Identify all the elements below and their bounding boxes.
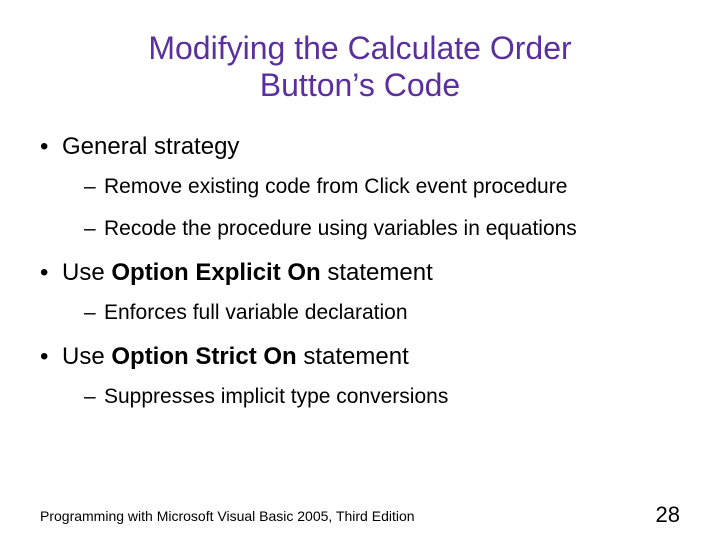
footer-text: Programming with Microsoft Visual Basic … (40, 508, 415, 524)
dash-icon: – (84, 384, 104, 410)
sub-row: – Recode the procedure using variables i… (84, 216, 680, 242)
bullet-2-bold: Option Explicit On (111, 259, 320, 286)
bullet-1-sub-1: – Remove existing code from Click event … (84, 174, 680, 200)
bullet-1-text: General strategy (62, 132, 239, 162)
page-number: 28 (656, 502, 680, 528)
dash-icon: – (84, 174, 104, 200)
slide: Modifying the Calculate Order Button’s C… (0, 0, 720, 540)
bullet-2-text: Use Option Explicit On statement (62, 258, 433, 288)
bullet-1: • General strategy – Remove existing cod… (40, 132, 680, 243)
bullet-dot-icon: • (40, 342, 62, 372)
bullet-2-sub-1: – Enforces full variable declaration (84, 300, 680, 326)
slide-title: Modifying the Calculate Order Button’s C… (40, 30, 680, 104)
bullet-1-row: • General strategy (40, 132, 680, 162)
dash-icon: – (84, 300, 104, 326)
bullet-3-sub-1-text: Suppresses implicit type conversions (104, 384, 448, 410)
sub-row: – Suppresses implicit type conversions (84, 384, 680, 410)
bullet-2-sub-1-text: Enforces full variable declaration (104, 300, 408, 326)
bullet-dot-icon: • (40, 258, 62, 288)
sub-row: – Enforces full variable declaration (84, 300, 680, 326)
bullet-1-sub-2-text: Recode the procedure using variables in … (104, 216, 577, 242)
title-line-1: Modifying the Calculate Order (148, 30, 571, 66)
bullet-2-row: • Use Option Explicit On statement (40, 258, 680, 288)
bullet-3-bold: Option Strict On (111, 343, 296, 370)
bullet-list: • General strategy – Remove existing cod… (40, 132, 680, 411)
bullet-dot-icon: • (40, 132, 62, 162)
bullet-3-sublist: – Suppresses implicit type conversions (84, 384, 680, 410)
bullet-2-sublist: – Enforces full variable declaration (84, 300, 680, 326)
bullet-3-post: statement (297, 343, 409, 370)
bullet-3-pre: Use (62, 343, 111, 370)
bullet-2-pre: Use (62, 259, 111, 286)
dash-icon: – (84, 216, 104, 242)
bullet-1-sub-2: – Recode the procedure using variables i… (84, 216, 680, 242)
bullet-3-row: • Use Option Strict On statement (40, 342, 680, 372)
title-line-2: Button’s Code (260, 67, 460, 103)
bullet-3: • Use Option Strict On statement – Suppr… (40, 342, 680, 410)
bullet-3-sub-1: – Suppresses implicit type conversions (84, 384, 680, 410)
bullet-2: • Use Option Explicit On statement – Enf… (40, 258, 680, 326)
bullet-2-post: statement (321, 259, 433, 286)
sub-row: – Remove existing code from Click event … (84, 174, 680, 200)
bullet-3-text: Use Option Strict On statement (62, 342, 409, 372)
bullet-1-sub-1-text: Remove existing code from Click event pr… (104, 174, 567, 200)
bullet-1-sublist: – Remove existing code from Click event … (84, 174, 680, 243)
